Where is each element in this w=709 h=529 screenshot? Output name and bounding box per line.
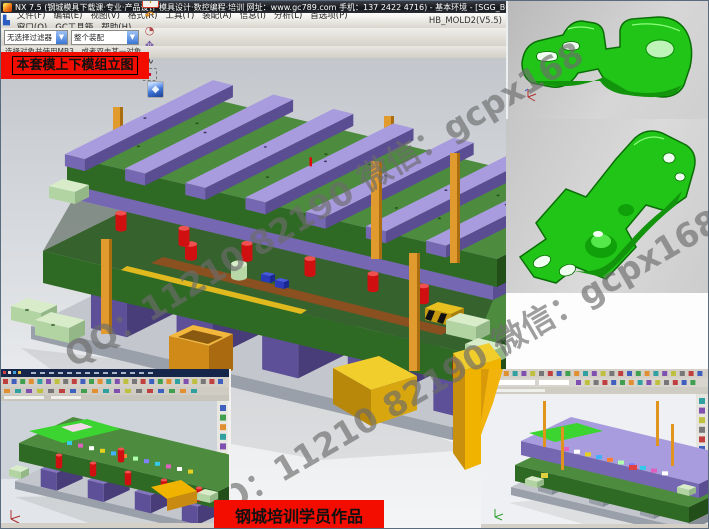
thumbnail-lower-die-view	[1, 369, 231, 529]
nx-application-window: NX 7.5 (钢城模具下载课·专业·产品设计·模具设计·数控编程·培训 网址：…	[0, 0, 709, 529]
chevron-down-icon[interactable]: ▼	[127, 31, 138, 44]
thumbnail-upper-die-view	[481, 369, 709, 529]
type-filter-value: 无选择过滤器	[5, 32, 56, 43]
menu-bar: ▙ 文件(F)编辑(E)视图(V)格式(R)工具(T)装配(A)信息(I)分析(…	[1, 13, 506, 28]
part-view-upper	[506, 1, 709, 119]
part-file-icon: ▙	[3, 16, 10, 26]
menu-items: 文件(F)编辑(E)视图(V)格式(R)工具(T)装配(A)信息(I)分析(L)…	[13, 13, 425, 28]
thumbnail-left-image	[1, 369, 231, 529]
green-part-1-image	[508, 1, 709, 119]
window-title: NX 7.5 (钢城模具下载课·专业·产品设计·模具设计·数控编程·培训 网址：…	[15, 2, 506, 13]
menu-item[interactable]: 信息(I)	[236, 13, 270, 21]
title-bar[interactable]: NX 7.5 (钢城模具下载课·专业·产品设计·模具设计·数控编程·培训 网址：…	[1, 1, 506, 13]
menu-item[interactable]: 分析(L)	[270, 13, 306, 21]
nx-logo-icon	[3, 3, 12, 12]
thumbnail-right-image	[481, 369, 709, 529]
selection-scope-value: 整个装配	[72, 32, 127, 43]
red-caption-top-text: 本套模上下模组立图	[12, 56, 137, 75]
selection-scope-combo[interactable]: 整个装配 ▼	[71, 30, 139, 45]
menu-item[interactable]: 编辑(E)	[49, 13, 86, 21]
part-view-lower	[506, 119, 709, 293]
undo-icon[interactable]: ↶	[142, 8, 157, 23]
star-select-icon[interactable]: ✛	[142, 0, 159, 8]
shaded-view-icon[interactable]: ◆	[147, 81, 164, 98]
red-caption-top: 本套模上下模组立图	[1, 52, 149, 79]
menu-item[interactable]: 文件(F)	[13, 13, 50, 21]
menu-item[interactable]: 装配(A)	[198, 13, 235, 21]
menu-item[interactable]: 工具(T)	[161, 13, 198, 21]
red-caption-bottom: 钢城培训学员作品	[214, 500, 384, 529]
menu-item[interactable]: 首选项(P)	[306, 13, 351, 21]
type-filter-combo[interactable]: 无选择过滤器 ▼	[4, 30, 68, 45]
menu-item[interactable]: 视图(V)	[86, 13, 123, 21]
background-white-area	[506, 293, 709, 369]
selection-toolbar: 无选择过滤器 ▼ 整个装配 ▼ ⌖✛↶◔✥∿▪◆	[1, 28, 506, 46]
chevron-down-icon[interactable]: ▼	[56, 31, 67, 44]
green-part-2-image	[506, 119, 709, 293]
orbit-icon[interactable]: ◔	[142, 23, 157, 38]
menu-item-custom[interactable]: HB_MOLD2(V5.5)	[425, 16, 506, 26]
